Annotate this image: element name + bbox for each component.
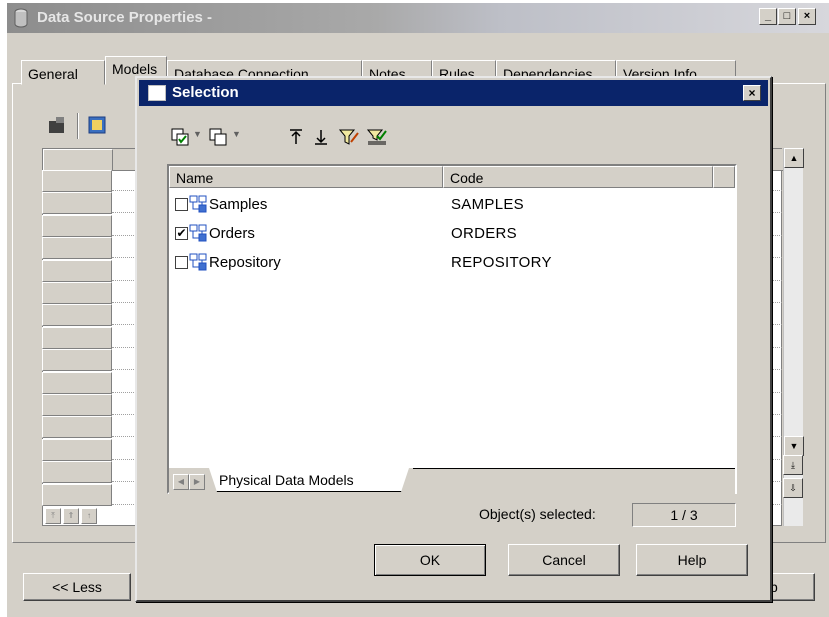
- grid-header: [43, 149, 113, 171]
- move-down-icon[interactable]: ⇩: [783, 478, 803, 498]
- grid-row-header[interactable]: [42, 371, 112, 394]
- row-code: ORDERS: [451, 225, 517, 242]
- move-up-icon[interactable]: ↑: [81, 508, 97, 524]
- window-icon: [148, 85, 166, 101]
- ok-button[interactable]: OK: [374, 544, 486, 576]
- tab-scroll-right-icon[interactable]: ▶: [189, 474, 205, 490]
- tab-scroll-left-icon[interactable]: ◀: [173, 474, 189, 490]
- row-checkbox[interactable]: [175, 256, 188, 269]
- list-row[interactable]: Samples SAMPLES: [169, 192, 735, 218]
- grid-row-header[interactable]: [42, 170, 112, 192]
- move-top-icon[interactable]: ⤒: [45, 508, 61, 524]
- help-button[interactable]: Help: [636, 544, 748, 576]
- maximize-button[interactable]: □: [778, 8, 796, 25]
- grid-row-header[interactable]: [42, 192, 112, 215]
- use-filter-icon[interactable]: [367, 128, 387, 146]
- row-name: Samples: [209, 196, 268, 213]
- filter-icon[interactable]: [339, 128, 359, 146]
- grid-row-header[interactable]: [42, 304, 112, 327]
- list-row[interactable]: Repository REPOSITORY: [169, 250, 735, 276]
- physical-model-icon: [189, 253, 207, 271]
- grid-row-header[interactable]: [42, 461, 112, 484]
- selection-dialog: Selection × ▼ ▼ Name Code Samples SAMPLES…: [135, 76, 772, 602]
- list-tab-strip: ◀ ▶ Physical Data Models: [169, 468, 735, 494]
- objects-selected-count: 1 / 3: [632, 503, 736, 527]
- selection-close-button[interactable]: ×: [743, 85, 761, 101]
- deselect-all-dropdown-icon[interactable]: ▼: [232, 129, 241, 139]
- main-title: Data Source Properties -: [37, 9, 213, 26]
- scroll-up-icon[interactable]: ▲: [784, 148, 804, 168]
- grid-row-header[interactable]: [42, 326, 112, 349]
- selection-title: Selection: [172, 84, 239, 101]
- row-checkbox[interactable]: [175, 198, 188, 211]
- tab-general[interactable]: General: [21, 60, 105, 85]
- data-source-icon: [14, 8, 28, 28]
- close-button[interactable]: ×: [798, 8, 816, 25]
- row-name: Orders: [209, 225, 255, 242]
- minimize-button[interactable]: _: [759, 8, 777, 25]
- row-code: REPOSITORY: [451, 254, 552, 271]
- move-to-bottom-icon[interactable]: ⤓: [783, 455, 803, 475]
- models-list[interactable]: Name Code Samples SAMPLES ✔ Orders ORDERS Rep…: [167, 164, 737, 494]
- toolbar-separator: [77, 113, 79, 139]
- add-model-icon[interactable]: [87, 115, 107, 135]
- move-selected-top-icon[interactable]: [287, 128, 305, 146]
- grid-row-header[interactable]: [42, 349, 112, 372]
- move-selected-bottom-icon[interactable]: [312, 128, 330, 146]
- move-up-page-icon[interactable]: ⇑: [63, 508, 79, 524]
- row-code: SAMPLES: [451, 196, 524, 213]
- list-row[interactable]: ✔ Orders ORDERS: [169, 221, 735, 247]
- tab-strip-line: [413, 468, 735, 469]
- deselect-all-icon[interactable]: [209, 128, 227, 146]
- select-all-icon[interactable]: [171, 128, 189, 146]
- grid-row-header[interactable]: [42, 483, 112, 506]
- properties-icon[interactable]: [47, 115, 67, 135]
- column-header-empty: [713, 166, 735, 188]
- grid-row-header[interactable]: [42, 214, 112, 237]
- tab-physical-data-models-label: Physical Data Models: [219, 472, 354, 488]
- row-name: Repository: [209, 254, 281, 271]
- objects-selected-label: Object(s) selected:: [479, 506, 596, 522]
- cancel-button[interactable]: Cancel: [508, 544, 620, 576]
- physical-model-icon: [189, 224, 207, 242]
- scroll-down-icon[interactable]: ▼: [784, 436, 804, 456]
- main-title-bar[interactable]: Data Source Properties - _ □ ×: [7, 3, 829, 33]
- grid-row-header[interactable]: [42, 416, 112, 439]
- grid-row-header[interactable]: [42, 438, 112, 461]
- column-header-name[interactable]: Name: [169, 166, 443, 188]
- physical-model-icon: [189, 195, 207, 213]
- row-checkbox[interactable]: ✔: [175, 227, 188, 240]
- column-header-code[interactable]: Code: [443, 166, 713, 188]
- select-all-dropdown-icon[interactable]: ▼: [193, 129, 202, 139]
- less-button[interactable]: << Less: [23, 573, 131, 601]
- grid-row-header[interactable]: [42, 282, 112, 304]
- grid-row-header[interactable]: [42, 394, 112, 416]
- grid-row-header[interactable]: [42, 237, 112, 260]
- selection-title-bar[interactable]: Selection ×: [139, 80, 768, 106]
- grid-row-header[interactable]: [42, 259, 112, 282]
